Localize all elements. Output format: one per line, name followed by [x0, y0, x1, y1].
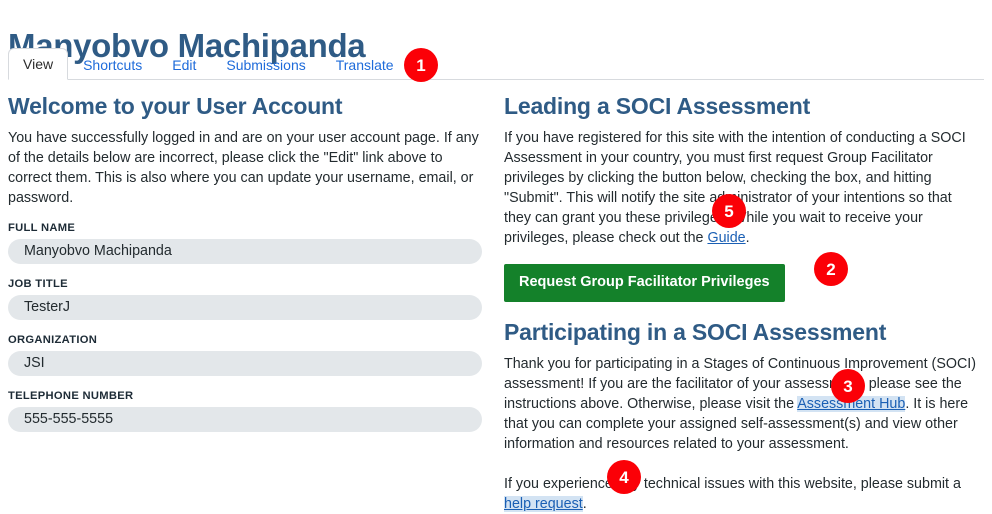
- annotation-badge-1: 1: [404, 48, 438, 82]
- field-label-full-name: Full Name: [8, 222, 76, 234]
- leading-assessment-paragraph: If you have registered for this site wit…: [504, 128, 980, 248]
- help-request-link[interactable]: help request: [504, 495, 583, 512]
- account-details-column: Welcome to your User Account You have su…: [8, 92, 482, 432]
- annotation-badge-2: 2: [814, 252, 848, 286]
- tab-edit[interactable]: Edit: [157, 48, 211, 80]
- field-organization: Organization JSI: [8, 333, 482, 376]
- field-label-organization: Organization: [8, 334, 98, 346]
- tab-translate[interactable]: Translate: [321, 48, 409, 80]
- support-text-before-link: If you experience any technical issues w…: [504, 475, 961, 492]
- request-group-facilitator-privileges-button[interactable]: Request Group Facilitator Privileges: [504, 264, 785, 302]
- field-value-full-name: Manyobvo Machipanda: [8, 239, 482, 264]
- field-job-title: Job Title TesterJ: [8, 277, 482, 320]
- tab-submissions[interactable]: Submissions: [211, 48, 320, 80]
- tab-view[interactable]: View: [8, 48, 69, 80]
- welcome-paragraph: You have successfully logged in and are …: [8, 130, 479, 206]
- support-text-after-link: .: [582, 495, 587, 512]
- field-value-telephone-number: 555-555-5555: [8, 407, 482, 432]
- field-telephone-number: Telephone Number 555-555-5555: [8, 389, 482, 432]
- field-label-job-title: Job Title: [8, 278, 68, 290]
- field-value-job-title: TesterJ: [8, 295, 482, 320]
- field-full-name: Full Name Manyobvo Machipanda: [8, 221, 482, 264]
- annotation-badge-3: 3: [831, 369, 865, 403]
- support-paragraph: If you experience any technical issues w…: [504, 474, 980, 514]
- tab-list: View Shortcuts Edit Submissions Translat…: [8, 48, 409, 80]
- user-account-page: Manyobvo Machipanda View Shortcuts Edit …: [0, 0, 992, 512]
- annotation-badge-5: 5: [712, 194, 746, 228]
- participating-assessment-heading: Participating in a SOCI Assessment: [504, 318, 887, 345]
- guide-link[interactable]: Guide: [707, 230, 745, 246]
- annotation-badge-4: 4: [607, 460, 641, 494]
- leading-text-before-link: If you have registered for this site wit…: [504, 130, 966, 246]
- tab-shortcuts[interactable]: Shortcuts: [68, 48, 157, 80]
- leading-assessment-heading: Leading a SOCI Assessment: [504, 93, 811, 119]
- assessment-info-column: Leading a SOCI Assessment If you have re…: [504, 92, 980, 514]
- welcome-heading: Welcome to your User Account: [8, 93, 343, 119]
- participating-assessment-paragraph: Thank you for participating in a Stages …: [504, 354, 980, 454]
- tab-bar: View Shortcuts Edit Submissions Translat…: [8, 48, 984, 80]
- field-label-telephone-number: Telephone Number: [8, 390, 134, 402]
- leading-text-after-link: .: [745, 230, 750, 246]
- field-value-organization: JSI: [8, 351, 482, 376]
